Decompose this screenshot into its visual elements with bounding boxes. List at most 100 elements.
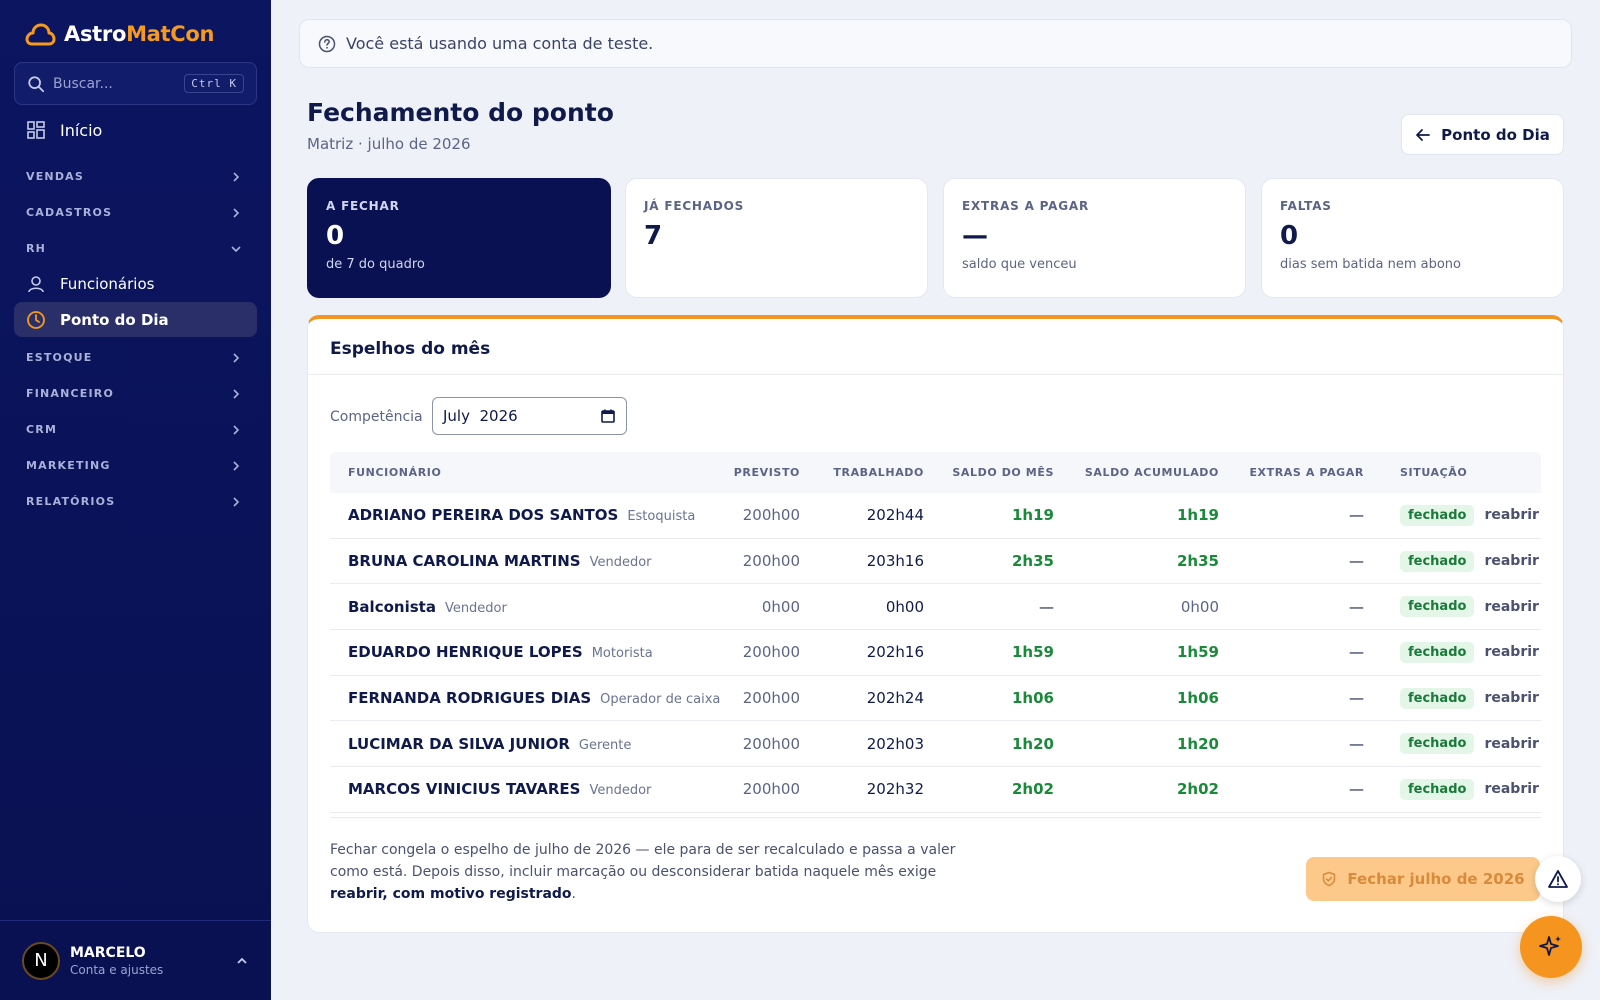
cell-extras: — bbox=[1349, 689, 1364, 708]
employee-name: FERNANDA RODRIGUES DIAS bbox=[348, 689, 592, 708]
cell-acumulado: 2h02 bbox=[1177, 780, 1219, 799]
sidebar-item-inicio[interactable]: Início bbox=[26, 120, 102, 140]
employee-name: ADRIANO PEREIRA DOS SANTOS bbox=[348, 506, 619, 525]
arrow-left-icon bbox=[1416, 128, 1431, 141]
reabrir-link[interactable]: reabrir bbox=[1484, 507, 1538, 523]
cell-trabalhado: 202h16 bbox=[866, 643, 924, 662]
employee-role: Vendedor bbox=[589, 555, 652, 571]
employee-role: Gerente bbox=[578, 737, 632, 753]
cell-acumulado: 1h20 bbox=[1177, 734, 1219, 753]
status-badge: fechado bbox=[1400, 596, 1475, 618]
cell-previsto: 200h00 bbox=[742, 643, 800, 662]
cell-trabalhado: 0h00 bbox=[885, 597, 924, 616]
sidebar: AstroMatCon Buscar... Ctrl K Início VEND… bbox=[0, 0, 271, 1000]
status-badge: fechado bbox=[1400, 641, 1475, 663]
table-row: Balconista Vendedor 0h00 0h00 — 0h00 — fe… bbox=[330, 584, 1541, 631]
col-situacao: SITUAÇÃO bbox=[1400, 466, 1468, 479]
table-row: FERNANDA RODRIGUES DIAS Operador de caixa… bbox=[330, 676, 1541, 722]
sparkles-icon bbox=[1539, 936, 1561, 956]
cell-previsto: 200h00 bbox=[742, 552, 800, 571]
cell-trabalhado: 202h24 bbox=[866, 689, 924, 708]
table-row: LUCIMAR DA SILVA JUNIOR Gerente 200h00 20… bbox=[330, 721, 1541, 768]
chevron-right-icon bbox=[233, 496, 240, 507]
competencia-month-input[interactable]: July 2026 bbox=[432, 397, 627, 435]
card-value: 0 bbox=[1280, 221, 1299, 251]
page-title: Fechamento do ponto bbox=[307, 98, 614, 127]
brand-name: AstroMatCon bbox=[64, 22, 215, 46]
employee-name: EDUARDO HENRIQUE LOPES bbox=[348, 643, 583, 662]
sidebar-section-rh[interactable]: RH bbox=[26, 242, 242, 255]
chevron-right-icon bbox=[233, 460, 240, 471]
card-note: dias sem batida nem abono bbox=[1280, 257, 1461, 272]
user-menu[interactable]: N MARCELO Conta e ajustes bbox=[0, 920, 271, 1000]
cell-saldo: 1h20 bbox=[1012, 734, 1054, 753]
col-trabalhado: TRABALHADO bbox=[833, 466, 924, 479]
status-badge: fechado bbox=[1400, 733, 1475, 755]
card-label: EXTRAS A PAGAR bbox=[962, 199, 1090, 213]
card-label: JÁ FECHADOS bbox=[644, 199, 745, 213]
cell-previsto: 200h00 bbox=[742, 780, 800, 799]
clock-icon bbox=[27, 310, 45, 329]
employee-role: Motorista bbox=[591, 646, 653, 662]
chevron-down-icon bbox=[231, 245, 241, 252]
sidebar-section-relatorios[interactable]: RELATÓRIOS bbox=[26, 495, 242, 508]
sidebar-section-cadastros[interactable]: CADASTROS bbox=[26, 206, 242, 219]
card-label: A FECHAR bbox=[326, 199, 400, 213]
chevron-right-icon bbox=[233, 388, 240, 399]
table-row: BRUNA CAROLINA MARTINS Vendedor 200h00 20… bbox=[330, 539, 1541, 585]
sidebar-section-vendas[interactable]: VENDAS bbox=[26, 170, 242, 183]
sidebar-item-ponto-do-dia[interactable]: Ponto do Dia bbox=[14, 302, 257, 337]
search-shortcut: Ctrl K bbox=[184, 74, 244, 93]
help-circle-icon bbox=[318, 35, 336, 52]
col-extras: EXTRAS A PAGAR bbox=[1249, 466, 1364, 479]
reabrir-link[interactable]: reabrir bbox=[1484, 599, 1538, 615]
reabrir-link[interactable]: reabrir bbox=[1484, 553, 1538, 569]
col-saldo-acumulado: SALDO ACUMULADO bbox=[1084, 466, 1219, 479]
col-funcionario: FUNCIONÁRIO bbox=[348, 466, 442, 479]
back-to-ponto-button[interactable]: Ponto do Dia bbox=[1401, 114, 1564, 155]
user-name: MARCELO bbox=[70, 944, 146, 961]
card-note: de 7 do quadro bbox=[326, 257, 425, 272]
sidebar-section-marketing[interactable]: MARKETING bbox=[26, 459, 242, 472]
employee-role: Vendedor bbox=[589, 783, 652, 799]
brand[interactable]: AstroMatCon bbox=[24, 20, 214, 48]
competencia-label: Competência bbox=[330, 409, 423, 425]
reabrir-link[interactable]: reabrir bbox=[1484, 690, 1538, 706]
table-row: EDUARDO HENRIQUE LOPES Motorista 200h00 2… bbox=[330, 630, 1541, 676]
chevron-right-icon bbox=[233, 352, 240, 363]
status-badge: fechado bbox=[1400, 550, 1475, 572]
cell-previsto: 0h00 bbox=[761, 597, 800, 616]
cell-trabalhado: 202h44 bbox=[866, 506, 924, 525]
card-note: saldo que venceu bbox=[962, 257, 1077, 272]
sidebar-section-estoque[interactable]: ESTOQUE bbox=[26, 351, 242, 364]
chevron-up-icon bbox=[237, 957, 247, 964]
sidebar-section-crm[interactable]: CRM bbox=[26, 423, 242, 436]
alert-button[interactable] bbox=[1535, 856, 1581, 902]
col-saldo-mes: SALDO DO MÊS bbox=[952, 466, 1054, 479]
reabrir-link[interactable]: reabrir bbox=[1484, 736, 1538, 752]
sidebar-section-financeiro[interactable]: FINANCEIRO bbox=[26, 387, 242, 400]
employee-role: Operador de caixa bbox=[600, 692, 721, 708]
card-label: FALTAS bbox=[1280, 199, 1332, 213]
cell-saldo: 2h02 bbox=[1012, 780, 1054, 799]
cell-acumulado: 0h00 bbox=[1180, 597, 1219, 616]
cell-saldo: 2h35 bbox=[1012, 552, 1054, 571]
search-input[interactable]: Buscar... bbox=[53, 76, 184, 92]
cell-saldo: 1h19 bbox=[1012, 506, 1054, 525]
table-row: MARCOS VINICIUS TAVARES Vendedor 200h00 2… bbox=[330, 767, 1541, 813]
sidebar-item-funcionarios[interactable]: Funcionários bbox=[14, 266, 257, 301]
grid-icon bbox=[27, 121, 45, 139]
panel-title: Espelhos do mês bbox=[330, 339, 491, 359]
divider bbox=[330, 817, 1541, 818]
search-box[interactable]: Buscar... Ctrl K bbox=[14, 62, 257, 105]
cell-trabalhado: 203h16 bbox=[866, 552, 924, 571]
ai-assistant-button[interactable] bbox=[1520, 916, 1582, 978]
cell-extras: — bbox=[1349, 734, 1364, 753]
sidebar-item-label: Início bbox=[60, 120, 103, 140]
cell-extras: — bbox=[1349, 597, 1364, 616]
search-icon bbox=[28, 75, 45, 92]
reabrir-link[interactable]: reabrir bbox=[1484, 781, 1538, 797]
cell-extras: — bbox=[1349, 506, 1364, 525]
reabrir-link[interactable]: reabrir bbox=[1484, 644, 1538, 660]
close-month-button[interactable]: Fechar julho de 2026 bbox=[1306, 857, 1540, 901]
